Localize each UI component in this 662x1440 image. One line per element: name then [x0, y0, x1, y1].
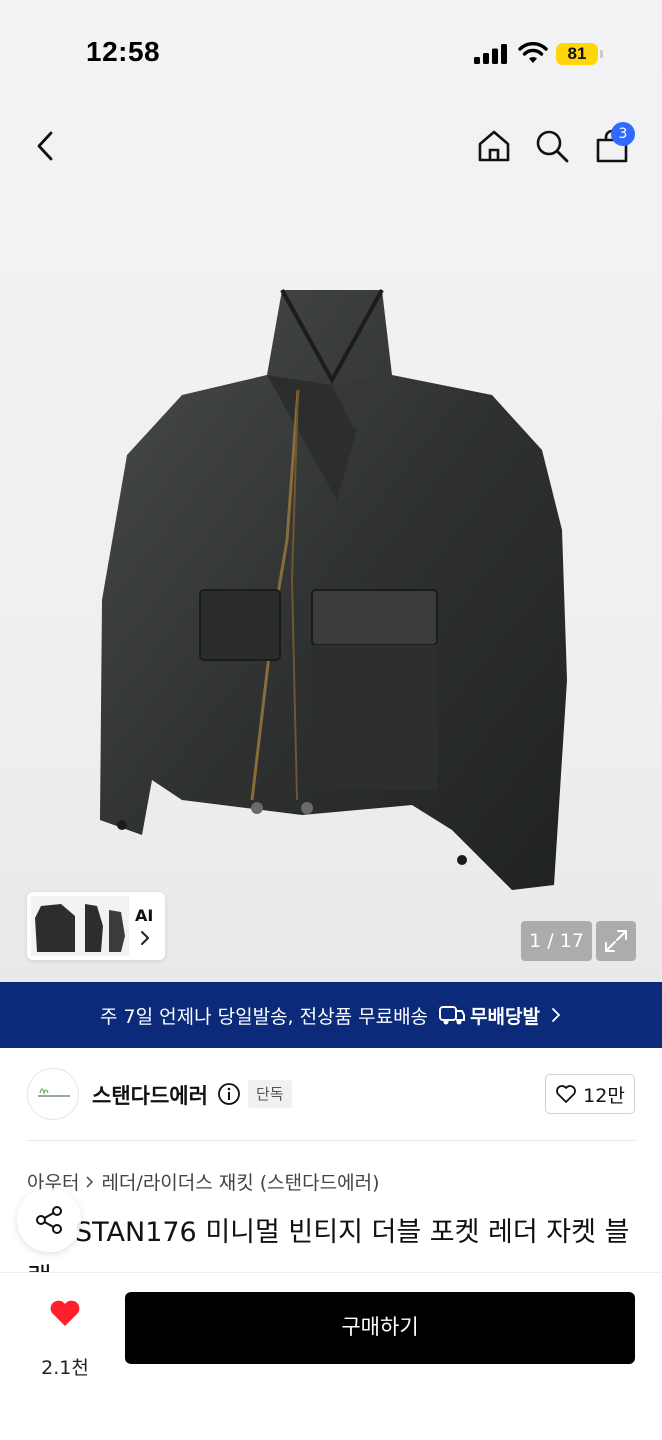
- fullscreen-button[interactable]: [596, 921, 636, 961]
- product-like-button[interactable]: 2.1천: [30, 1293, 100, 1379]
- divider: [27, 1140, 635, 1141]
- battery-level: 81: [556, 43, 598, 65]
- cart-count-badge: 3: [611, 122, 635, 146]
- back-button[interactable]: [24, 124, 68, 168]
- share-button[interactable]: [17, 1188, 81, 1252]
- chevron-right-icon: [552, 1008, 561, 1022]
- ai-label: AI: [135, 906, 154, 925]
- info-icon[interactable]: [217, 1082, 241, 1106]
- brand-name[interactable]: 스탠다드에러: [92, 1080, 208, 1110]
- cellular-signal-icon: [474, 44, 507, 64]
- product-like-count: 2.1천: [41, 1357, 89, 1379]
- buy-button[interactable]: 구매하기: [125, 1292, 635, 1364]
- heart-filled-icon: [50, 1300, 80, 1326]
- product-image-gallery[interactable]: 12:58 81 AI 1 / 17: [0, 0, 662, 982]
- battery-icon: 81: [556, 41, 604, 67]
- status-bar: 12:58 81: [0, 0, 662, 100]
- shipping-service-name: 무배당발: [470, 1005, 540, 1028]
- shipping-service-logo: 무배당발: [438, 1002, 540, 1029]
- bottom-purchase-bar: 2.1천 구매하기: [0, 1272, 662, 1440]
- brand-row: 스탠다드에러 단독 12만: [0, 1066, 662, 1124]
- home-button[interactable]: [472, 124, 516, 168]
- search-icon: [536, 130, 569, 163]
- share-icon: [36, 1206, 62, 1234]
- brand-logo-icon: [38, 1088, 70, 1097]
- top-navigation: [0, 118, 662, 174]
- brand-logo[interactable]: [27, 1068, 79, 1120]
- chevron-right-icon: [141, 931, 149, 945]
- expand-icon: [605, 930, 627, 952]
- shipping-banner-text: 주 7일 언제나 당일발송, 전상품 무료배송: [100, 1005, 429, 1028]
- delivery-truck-icon: [439, 1006, 466, 1025]
- brand-like-button[interactable]: 12만: [545, 1074, 635, 1114]
- thumbnail-images: [31, 896, 129, 956]
- ai-recommendation-button[interactable]: AI: [27, 892, 165, 960]
- brand-like-count: 12만: [583, 1084, 625, 1107]
- exclusive-badge: 단독: [248, 1080, 292, 1108]
- breadcrumb: 아우터 레더/라이더스 재킷 (스탠다드에러): [27, 1168, 379, 1195]
- image-counter: 1 / 17: [521, 921, 592, 961]
- shipping-banner[interactable]: 주 7일 언제나 당일발송, 전상품 무료배송 무배당발: [0, 982, 662, 1048]
- wifi-icon: [518, 42, 548, 63]
- heart-outline-icon: [556, 1085, 577, 1103]
- chevron-left-icon: [37, 131, 53, 161]
- chevron-right-icon: [86, 1175, 94, 1188]
- breadcrumb-subcategory[interactable]: 레더/라이더스 재킷 (스탠다드에러): [101, 1168, 379, 1195]
- search-button[interactable]: [530, 124, 574, 168]
- product-image: [100, 289, 567, 890]
- home-icon: [478, 130, 510, 162]
- status-time: 12:58: [86, 36, 161, 67]
